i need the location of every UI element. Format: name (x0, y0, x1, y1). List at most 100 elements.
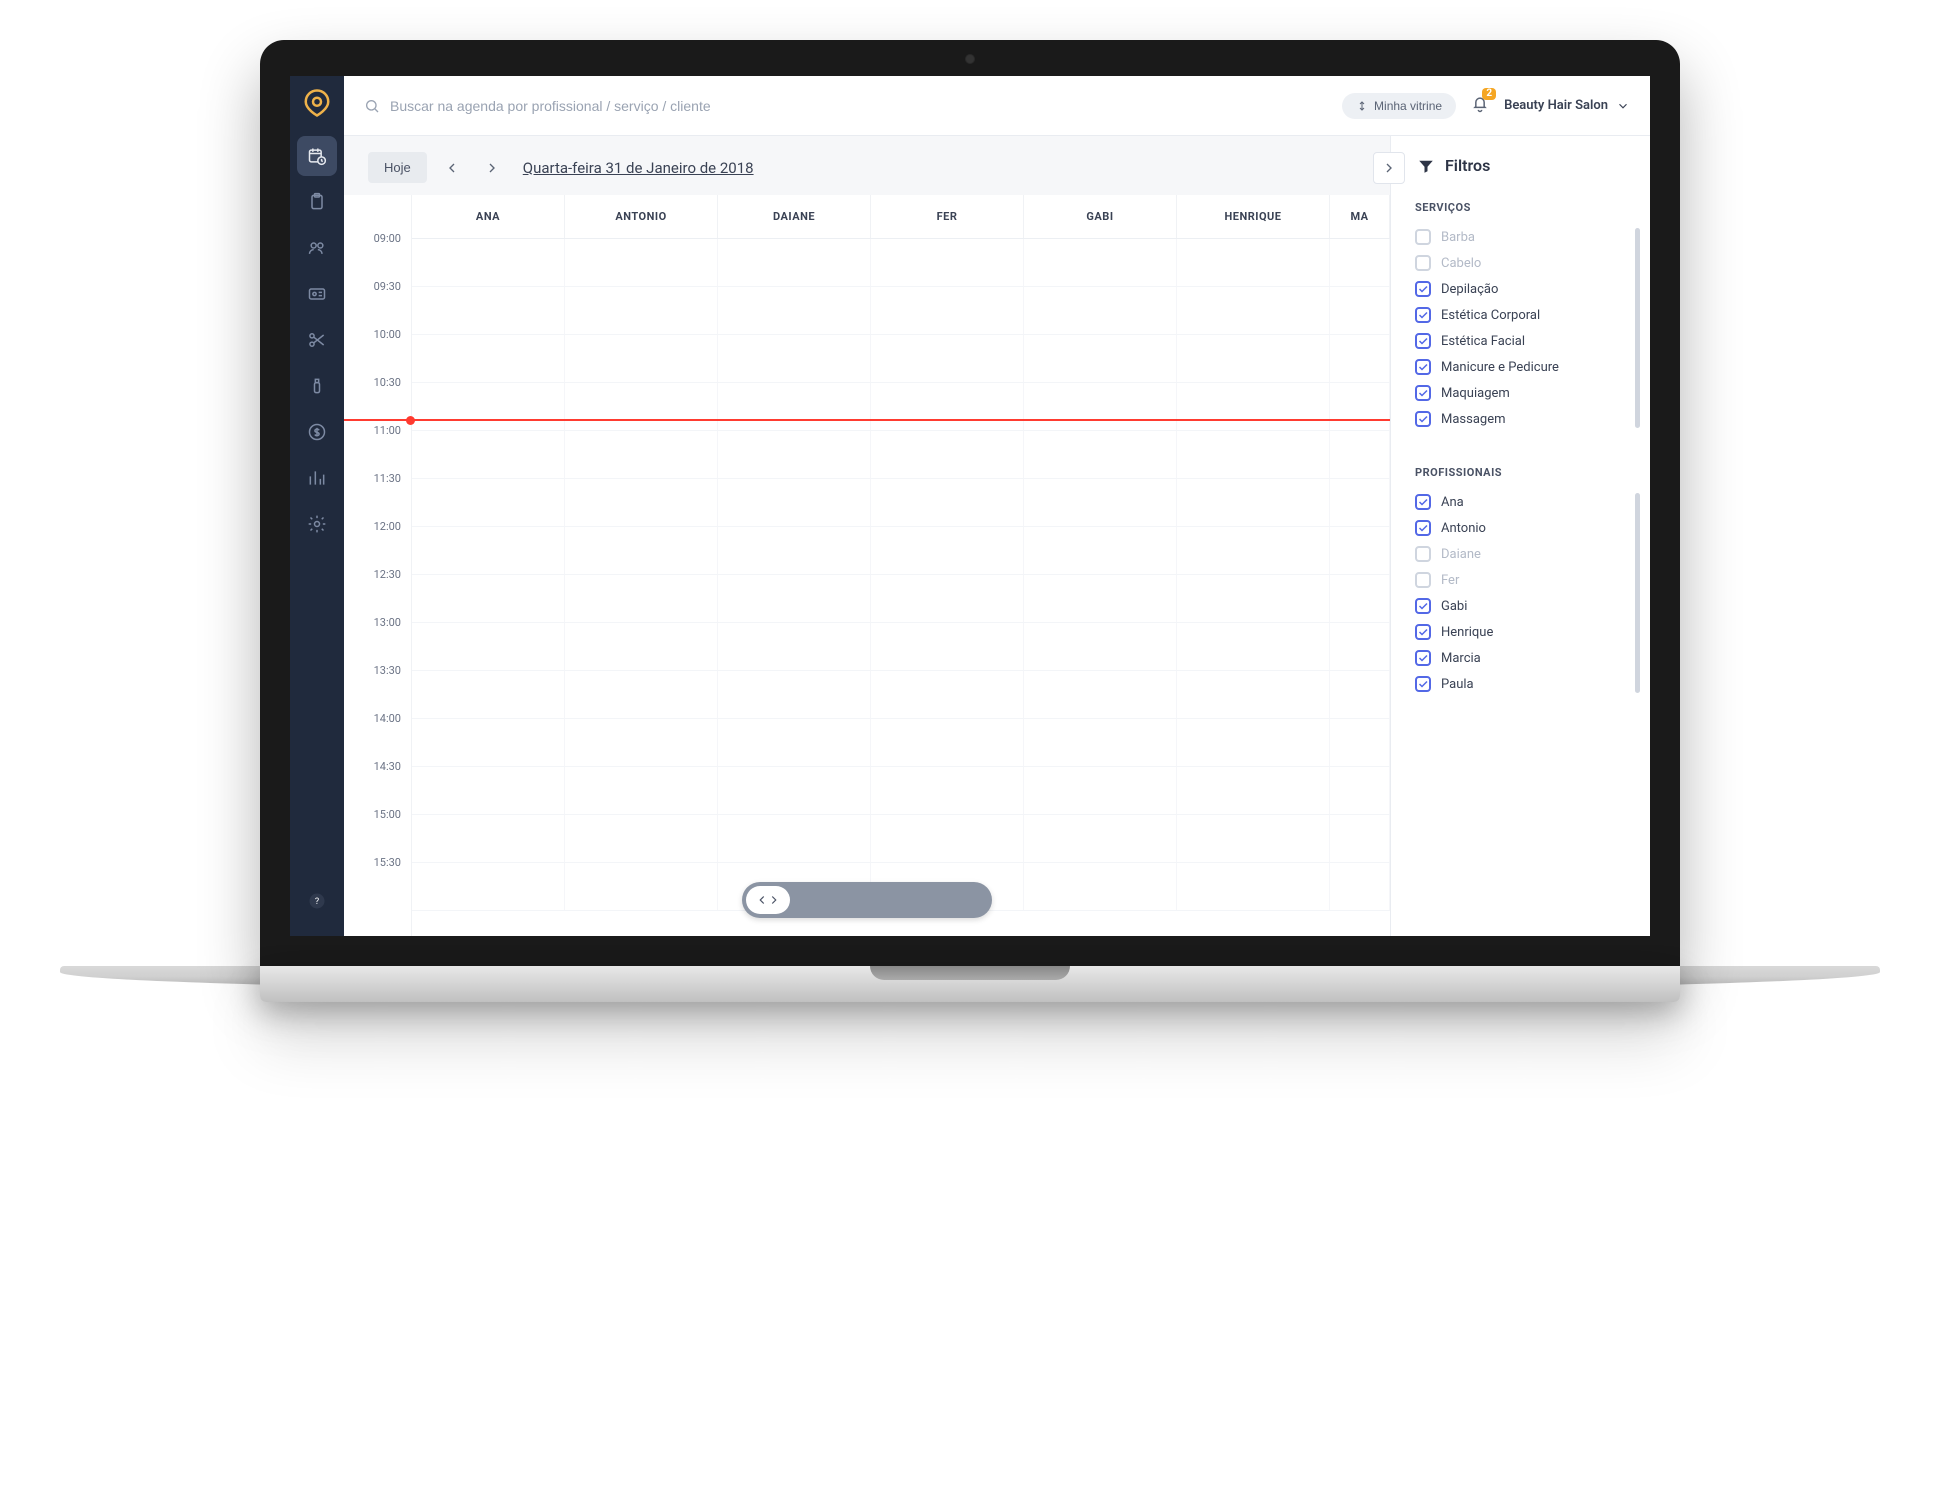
filter-item[interactable]: Fer (1409, 567, 1630, 593)
grid-cell[interactable] (565, 671, 718, 718)
grid-cell[interactable] (1330, 863, 1390, 910)
grid-cell[interactable] (871, 479, 1024, 526)
nav-financial[interactable] (297, 412, 337, 452)
filter-item[interactable]: Cabelo (1409, 250, 1630, 276)
grid-row[interactable] (412, 335, 1390, 383)
grid-cell[interactable] (1330, 815, 1390, 862)
grid-cell[interactable] (565, 239, 718, 286)
nav-settings[interactable] (297, 504, 337, 544)
grid-cell[interactable] (1177, 383, 1330, 430)
grid-cell[interactable] (412, 287, 565, 334)
grid-cell[interactable] (565, 335, 718, 382)
grid-cell[interactable] (871, 335, 1024, 382)
nav-clients[interactable] (297, 228, 337, 268)
grid-cell[interactable] (718, 479, 871, 526)
grid-cell[interactable] (1024, 479, 1177, 526)
grid-cell[interactable] (871, 287, 1024, 334)
grid-cell[interactable] (565, 623, 718, 670)
grid-cell[interactable] (1177, 239, 1330, 286)
filter-item[interactable]: Marcia (1409, 645, 1630, 671)
filter-item[interactable]: Ana (1409, 489, 1630, 515)
nav-products[interactable] (297, 366, 337, 406)
nav-help[interactable]: ? (300, 884, 334, 918)
grid-row[interactable] (412, 575, 1390, 623)
grid-cell[interactable] (871, 815, 1024, 862)
grid-cell[interactable] (565, 527, 718, 574)
grid-row[interactable] (412, 815, 1390, 863)
grid-cell[interactable] (1177, 479, 1330, 526)
vitrine-button[interactable]: Minha vitrine (1342, 93, 1456, 119)
grid-cell[interactable] (1330, 575, 1390, 622)
grid-row[interactable] (412, 431, 1390, 479)
search-input[interactable] (390, 98, 1328, 114)
grid-cell[interactable] (1177, 431, 1330, 478)
filter-item[interactable]: Depilação (1409, 276, 1630, 302)
grid-row[interactable] (412, 479, 1390, 527)
filter-item[interactable]: Daiane (1409, 541, 1630, 567)
grid-cell[interactable] (871, 671, 1024, 718)
column-header[interactable]: HENRIQUE (1177, 195, 1330, 238)
grid-cell[interactable] (1024, 719, 1177, 766)
grid-cell[interactable] (1177, 575, 1330, 622)
grid-cell[interactable] (412, 623, 565, 670)
grid-cell[interactable] (565, 431, 718, 478)
filter-item[interactable]: Gabi (1409, 593, 1630, 619)
grid-cell[interactable] (1330, 479, 1390, 526)
grid-row[interactable] (412, 671, 1390, 719)
grid-cell[interactable] (1177, 863, 1330, 910)
nav-clipboard[interactable] (297, 182, 337, 222)
grid-cell[interactable] (871, 527, 1024, 574)
grid-cell[interactable] (718, 719, 871, 766)
app-logo[interactable] (300, 86, 334, 120)
grid-cell[interactable] (1177, 671, 1330, 718)
grid-cell[interactable] (718, 431, 871, 478)
grid-cell[interactable] (1177, 767, 1330, 814)
grid-cell[interactable] (565, 863, 718, 910)
grid-cell[interactable] (718, 239, 871, 286)
grid-cell[interactable] (412, 719, 565, 766)
grid-cell[interactable] (1024, 239, 1177, 286)
grid-cell[interactable] (1330, 383, 1390, 430)
filter-item[interactable]: Manicure e Pedicure (1409, 354, 1630, 380)
filter-item[interactable]: Paula (1409, 671, 1630, 697)
grid-cell[interactable] (1024, 527, 1177, 574)
collapse-filters-button[interactable] (1373, 152, 1405, 184)
column-header[interactable]: FER (871, 195, 1024, 238)
grid-cell[interactable] (412, 335, 565, 382)
grid-cell[interactable] (412, 239, 565, 286)
grid-cell[interactable] (718, 815, 871, 862)
column-header[interactable]: ANA (412, 195, 565, 238)
pill-nav[interactable] (746, 886, 790, 914)
grid-cell[interactable] (1330, 335, 1390, 382)
grid-cell[interactable] (565, 479, 718, 526)
salon-selector[interactable]: Beauty Hair Salon (1504, 98, 1630, 113)
nav-services[interactable] (297, 320, 337, 360)
add-appointment-pill[interactable] (742, 882, 992, 918)
grid-cell[interactable] (871, 623, 1024, 670)
grid-cell[interactable] (718, 623, 871, 670)
grid-cell[interactable] (1330, 239, 1390, 286)
column-header[interactable]: GABI (1024, 195, 1177, 238)
grid-cell[interactable] (412, 815, 565, 862)
grid-cell[interactable] (1330, 623, 1390, 670)
grid-row[interactable] (412, 623, 1390, 671)
grid-cell[interactable] (412, 575, 565, 622)
grid-cell[interactable] (412, 383, 565, 430)
grid-cell[interactable] (1330, 431, 1390, 478)
grid-cell[interactable] (1024, 287, 1177, 334)
today-button[interactable]: Hoje (368, 152, 427, 183)
grid-cell[interactable] (718, 767, 871, 814)
grid-cell[interactable] (1024, 431, 1177, 478)
nav-reports[interactable] (297, 458, 337, 498)
grid-cell[interactable] (1177, 623, 1330, 670)
notifications-button[interactable]: 2 (1470, 94, 1490, 118)
grid-cell[interactable] (718, 335, 871, 382)
grid-cell[interactable] (718, 575, 871, 622)
nav-agenda[interactable] (297, 136, 337, 176)
prev-day-button[interactable] (437, 153, 467, 183)
filter-item[interactable]: Maquiagem (1409, 380, 1630, 406)
grid-cell[interactable] (1024, 671, 1177, 718)
grid-row[interactable] (412, 719, 1390, 767)
grid-cell[interactable] (565, 287, 718, 334)
grid-cell[interactable] (565, 815, 718, 862)
